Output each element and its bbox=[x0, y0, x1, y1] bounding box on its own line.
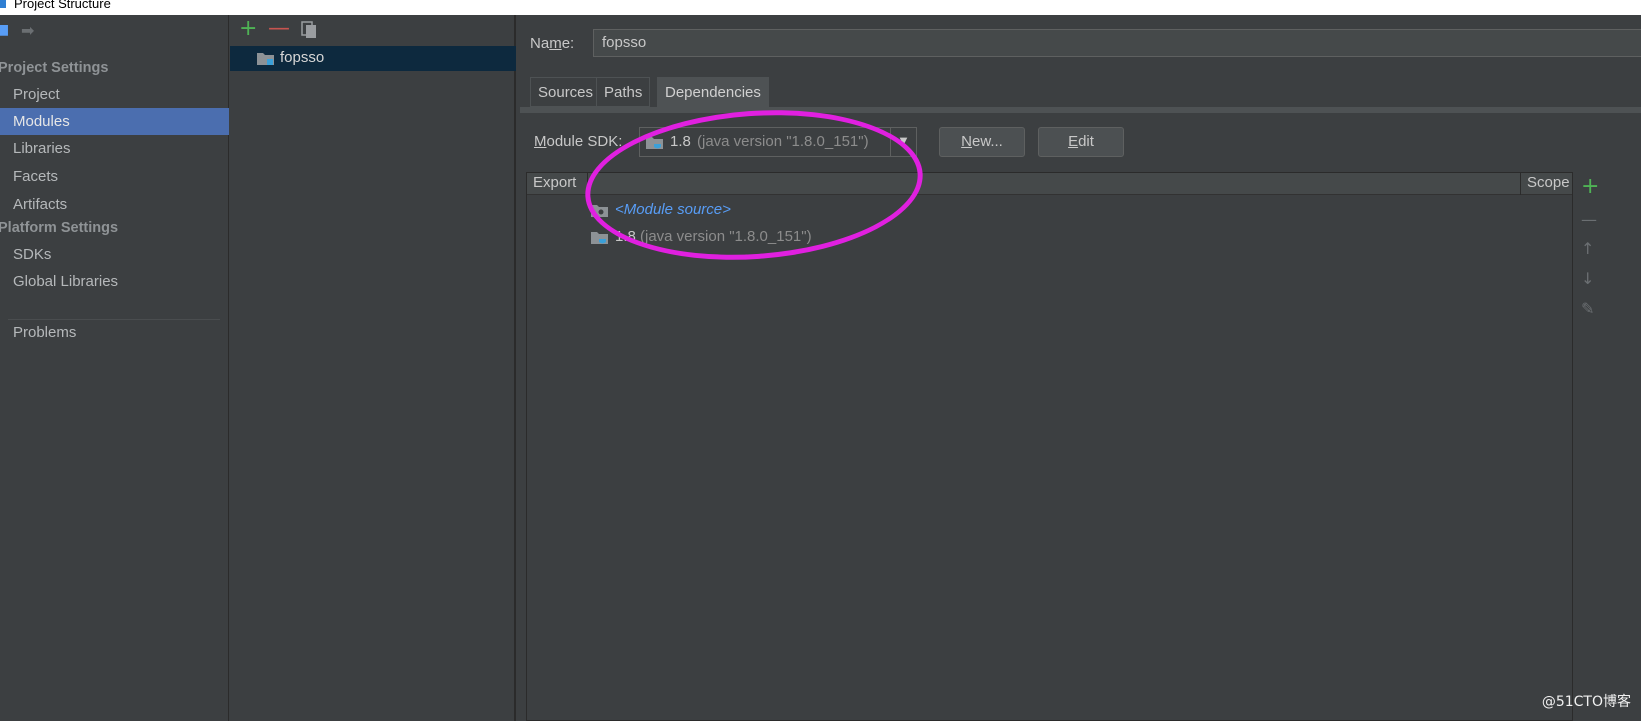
chevron-down-icon[interactable]: ▼ bbox=[890, 128, 916, 156]
column-export[interactable]: Export bbox=[533, 174, 576, 191]
module-item-fopsso[interactable]: fopsso bbox=[230, 46, 516, 71]
nav-toolbar: ■ ➡ bbox=[0, 23, 229, 43]
dependency-row-jdk[interactable]: 1.8 (java version "1.8.0_151") bbox=[527, 224, 1572, 251]
dependencies-header: Export Scope bbox=[527, 173, 1572, 195]
folder-icon bbox=[591, 205, 608, 217]
add-dependency-icon[interactable]: + bbox=[1581, 174, 1599, 199]
nav-item-global-libraries[interactable]: Global Libraries bbox=[0, 268, 229, 295]
module-name: fopsso bbox=[280, 49, 325, 66]
new-sdk-button[interactable]: New... bbox=[939, 127, 1025, 157]
remove-dependency-icon[interactable]: — bbox=[1581, 210, 1597, 229]
back-arrow-icon[interactable]: ■ bbox=[0, 23, 9, 37]
tab-dependencies[interactable]: Dependencies bbox=[657, 77, 769, 107]
copy-icon[interactable] bbox=[301, 21, 317, 39]
window-title-bar: Project Structure bbox=[0, 0, 1641, 15]
project-settings-heading: Project Settings bbox=[0, 60, 109, 76]
forward-arrow-icon[interactable]: ➡ bbox=[21, 23, 34, 39]
column-divider bbox=[587, 173, 588, 195]
tab-sources[interactable]: Sources bbox=[530, 77, 602, 107]
plus-icon[interactable]: + bbox=[239, 16, 257, 42]
module-name-field[interactable]: fopsso bbox=[593, 29, 1641, 57]
module-sdk-dropdown[interactable]: 1.8 (java version "1.8.0_151") ▼ bbox=[639, 127, 917, 157]
nav-item-libraries[interactable]: Libraries bbox=[0, 135, 229, 162]
dependencies-table: Export Scope <Module source> 1.8 (java v… bbox=[526, 172, 1573, 721]
column-scope[interactable]: Scope bbox=[1527, 174, 1570, 191]
tab-paths[interactable]: Paths bbox=[596, 77, 651, 107]
nav-item-artifacts[interactable]: Artifacts bbox=[0, 191, 229, 218]
app-icon bbox=[0, 0, 6, 8]
tab-underline bbox=[520, 107, 1641, 113]
module-toolbar: + — bbox=[230, 15, 516, 45]
dependencies-side-toolbar: + — ↑ ↓ ✎ bbox=[1574, 172, 1641, 721]
jdk-icon bbox=[591, 232, 608, 244]
nav-item-facets[interactable]: Facets bbox=[0, 163, 229, 190]
platform-settings-heading: Platform Settings bbox=[0, 220, 119, 236]
sdk-version-detail: (java version "1.8.0_151") bbox=[697, 133, 869, 150]
edit-pencil-icon[interactable]: ✎ bbox=[1581, 299, 1594, 318]
module-folder-icon bbox=[257, 53, 274, 65]
move-down-icon[interactable]: ↓ bbox=[1581, 269, 1594, 288]
minus-icon[interactable]: — bbox=[268, 16, 290, 42]
dependency-row-module-source[interactable]: <Module source> bbox=[527, 197, 1572, 224]
window-title: Project Structure bbox=[14, 0, 111, 11]
watermark: @51CTO博客 bbox=[1541, 694, 1631, 710]
jdk-version-detail: (java version "1.8.0_151") bbox=[640, 228, 812, 245]
nav-item-sdks[interactable]: SDKs bbox=[0, 241, 229, 268]
nav-item-problems[interactable]: Problems bbox=[0, 319, 229, 346]
nav-item-modules[interactable]: Modules bbox=[0, 108, 229, 135]
settings-nav: ■ ➡ Project Settings Project Modules Lib… bbox=[0, 15, 229, 721]
name-label: Name: bbox=[530, 35, 575, 52]
module-sdk-label: Module SDK: bbox=[534, 133, 623, 150]
edit-sdk-button[interactable]: Edit bbox=[1038, 127, 1124, 157]
move-up-icon[interactable]: ↑ bbox=[1581, 239, 1594, 258]
module-source-label: <Module source> bbox=[615, 201, 731, 218]
jdk-icon bbox=[646, 137, 663, 149]
module-list-panel: + — fopsso bbox=[230, 15, 516, 721]
nav-item-project[interactable]: Project bbox=[0, 81, 229, 108]
module-detail-panel: Name: fopsso Sources Paths Dependencies … bbox=[518, 15, 1641, 721]
column-divider bbox=[1520, 173, 1521, 195]
jdk-version: 1.8 bbox=[615, 228, 636, 245]
sdk-version: 1.8 bbox=[670, 133, 691, 150]
